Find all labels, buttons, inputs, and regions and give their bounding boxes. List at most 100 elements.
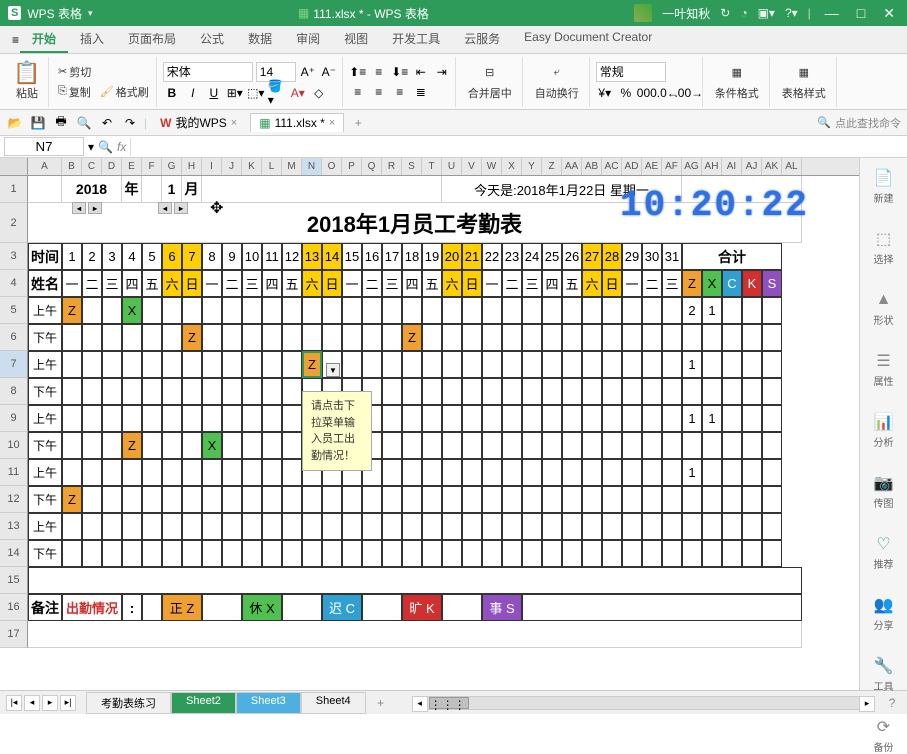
cell-reference-input[interactable] (4, 137, 84, 156)
cell[interactable] (762, 432, 782, 459)
att-0-am-20[interactable] (442, 297, 462, 324)
sumcol-S[interactable]: S (762, 270, 782, 297)
sync-icon[interactable]: ↻ (720, 6, 730, 20)
att-4-am-14[interactable] (322, 513, 342, 540)
att-0-pm-27[interactable] (582, 324, 602, 351)
sidebar-选择[interactable]: ⬚选择 (874, 229, 894, 266)
att-2-pm-20[interactable] (442, 432, 462, 459)
cell[interactable] (742, 324, 762, 351)
att-0-pm-19[interactable] (422, 324, 442, 351)
col-header-N[interactable]: N (302, 158, 322, 175)
att-1-pm-6[interactable] (162, 378, 182, 405)
att-1-am-7[interactable] (182, 351, 202, 378)
att-2-am-17[interactable] (382, 405, 402, 432)
conditional-format-button[interactable]: ▦ 条件格式 (709, 61, 765, 103)
row-header-1[interactable]: 1 (0, 176, 28, 203)
col-header-F[interactable]: F (142, 158, 162, 175)
row-header-11[interactable]: 11 (0, 459, 28, 486)
wd-2[interactable]: 二 (82, 270, 102, 297)
att-0-pm-11[interactable] (262, 324, 282, 351)
col-header-L[interactable]: L (262, 158, 282, 175)
att-0-pm-15[interactable] (342, 324, 362, 351)
att-2-am-27[interactable] (582, 405, 602, 432)
att-2-pm-21[interactable] (462, 432, 482, 459)
spreadsheet-grid[interactable]: ABCDEFGHIJKLMNOPQRSTUVWXYZAAABACADAEAFAG… (0, 158, 859, 690)
att-0-pm-26[interactable] (562, 324, 582, 351)
cell[interactable] (762, 351, 782, 378)
att-0-am-17[interactable] (382, 297, 402, 324)
att-0-am-28[interactable] (602, 297, 622, 324)
border-button[interactable]: ⊞▾ (226, 84, 244, 102)
sum-x-0[interactable]: 1 (702, 297, 722, 324)
wd-31[interactable]: 三 (662, 270, 682, 297)
att-0-am-25[interactable] (542, 297, 562, 324)
att-0-pm-28[interactable] (602, 324, 622, 351)
redo-icon[interactable]: ↷ (121, 114, 139, 132)
cell[interactable] (742, 378, 762, 405)
cell[interactable] (722, 351, 742, 378)
att-3-pm-1[interactable]: Z下午 (62, 486, 82, 513)
att-3-am-11[interactable] (262, 459, 282, 486)
col-header-G[interactable]: G (162, 158, 182, 175)
att-1-pm-21[interactable] (462, 378, 482, 405)
help-bottom-icon[interactable]: ? (883, 694, 901, 712)
menu-item-7[interactable]: 开发工具 (380, 26, 452, 53)
col-header-O[interactable]: O (322, 158, 342, 175)
cell-A1[interactable] (28, 176, 62, 203)
row-header-17[interactable]: 17 (0, 621, 28, 648)
sum-x-2[interactable]: 1 (702, 405, 722, 432)
sidebar-传图[interactable]: 📷传图 (874, 473, 894, 510)
cell[interactable] (142, 594, 162, 621)
day-21[interactable]: 21 (462, 243, 482, 270)
att-0-am-31[interactable] (662, 297, 682, 324)
att-2-pm-10[interactable] (242, 432, 262, 459)
att-4-pm-8[interactable] (202, 540, 222, 567)
att-3-pm-5[interactable] (142, 486, 162, 513)
att-4-am-23[interactable] (502, 513, 522, 540)
att-4-pm-15[interactable] (342, 540, 362, 567)
col-header-H[interactable]: H (182, 158, 202, 175)
att-4-am-7[interactable] (182, 513, 202, 540)
year-down[interactable]: ◂ (72, 202, 86, 214)
time-header[interactable]: 时间 (28, 243, 62, 270)
cell[interactable] (742, 405, 762, 432)
sidebar-分享[interactable]: 👥分享 (874, 595, 894, 632)
att-0-am-4[interactable]: X (122, 297, 142, 324)
att-1-pm-8[interactable] (202, 378, 222, 405)
day-27[interactable]: 27 (582, 243, 602, 270)
day-24[interactable]: 24 (522, 243, 542, 270)
att-2-pm-11[interactable] (262, 432, 282, 459)
att-0-am-18[interactable] (402, 297, 422, 324)
comma-button[interactable]: 000 (638, 84, 656, 102)
att-4-pm-2[interactable] (82, 540, 102, 567)
cell[interactable] (282, 594, 322, 621)
wd-12[interactable]: 五 (282, 270, 302, 297)
menu-item-1[interactable]: 插入 (68, 26, 116, 53)
att-4-pm-7[interactable] (182, 540, 202, 567)
att-0-am-7[interactable] (182, 297, 202, 324)
align-center-button[interactable]: ≡ (370, 83, 388, 101)
cell[interactable] (722, 459, 742, 486)
increase-font-button[interactable]: A⁺ (299, 63, 317, 81)
att-1-pm-22[interactable] (482, 378, 502, 405)
wd-14[interactable]: 日 (322, 270, 342, 297)
cell[interactable] (722, 540, 742, 567)
att-4-am-8[interactable] (202, 513, 222, 540)
att-1-pm-31[interactable] (662, 378, 682, 405)
day-17[interactable]: 17 (382, 243, 402, 270)
att-1-pm-20[interactable] (442, 378, 462, 405)
att-2-pm-3[interactable] (102, 432, 122, 459)
att-1-am-11[interactable] (262, 351, 282, 378)
att-3-pm-4[interactable] (122, 486, 142, 513)
att-0-am-3[interactable] (102, 297, 122, 324)
att-1-am-26[interactable] (562, 351, 582, 378)
att-1-am-28[interactable] (602, 351, 622, 378)
align-top-button[interactable]: ⬆≡ (349, 63, 367, 81)
wd-7[interactable]: 日 (182, 270, 202, 297)
att-0-am-10[interactable] (242, 297, 262, 324)
att-3-am-3[interactable] (102, 459, 122, 486)
cell[interactable] (762, 486, 782, 513)
day-9[interactable]: 9 (222, 243, 242, 270)
att-2-am-9[interactable] (222, 405, 242, 432)
day-11[interactable]: 11 (262, 243, 282, 270)
